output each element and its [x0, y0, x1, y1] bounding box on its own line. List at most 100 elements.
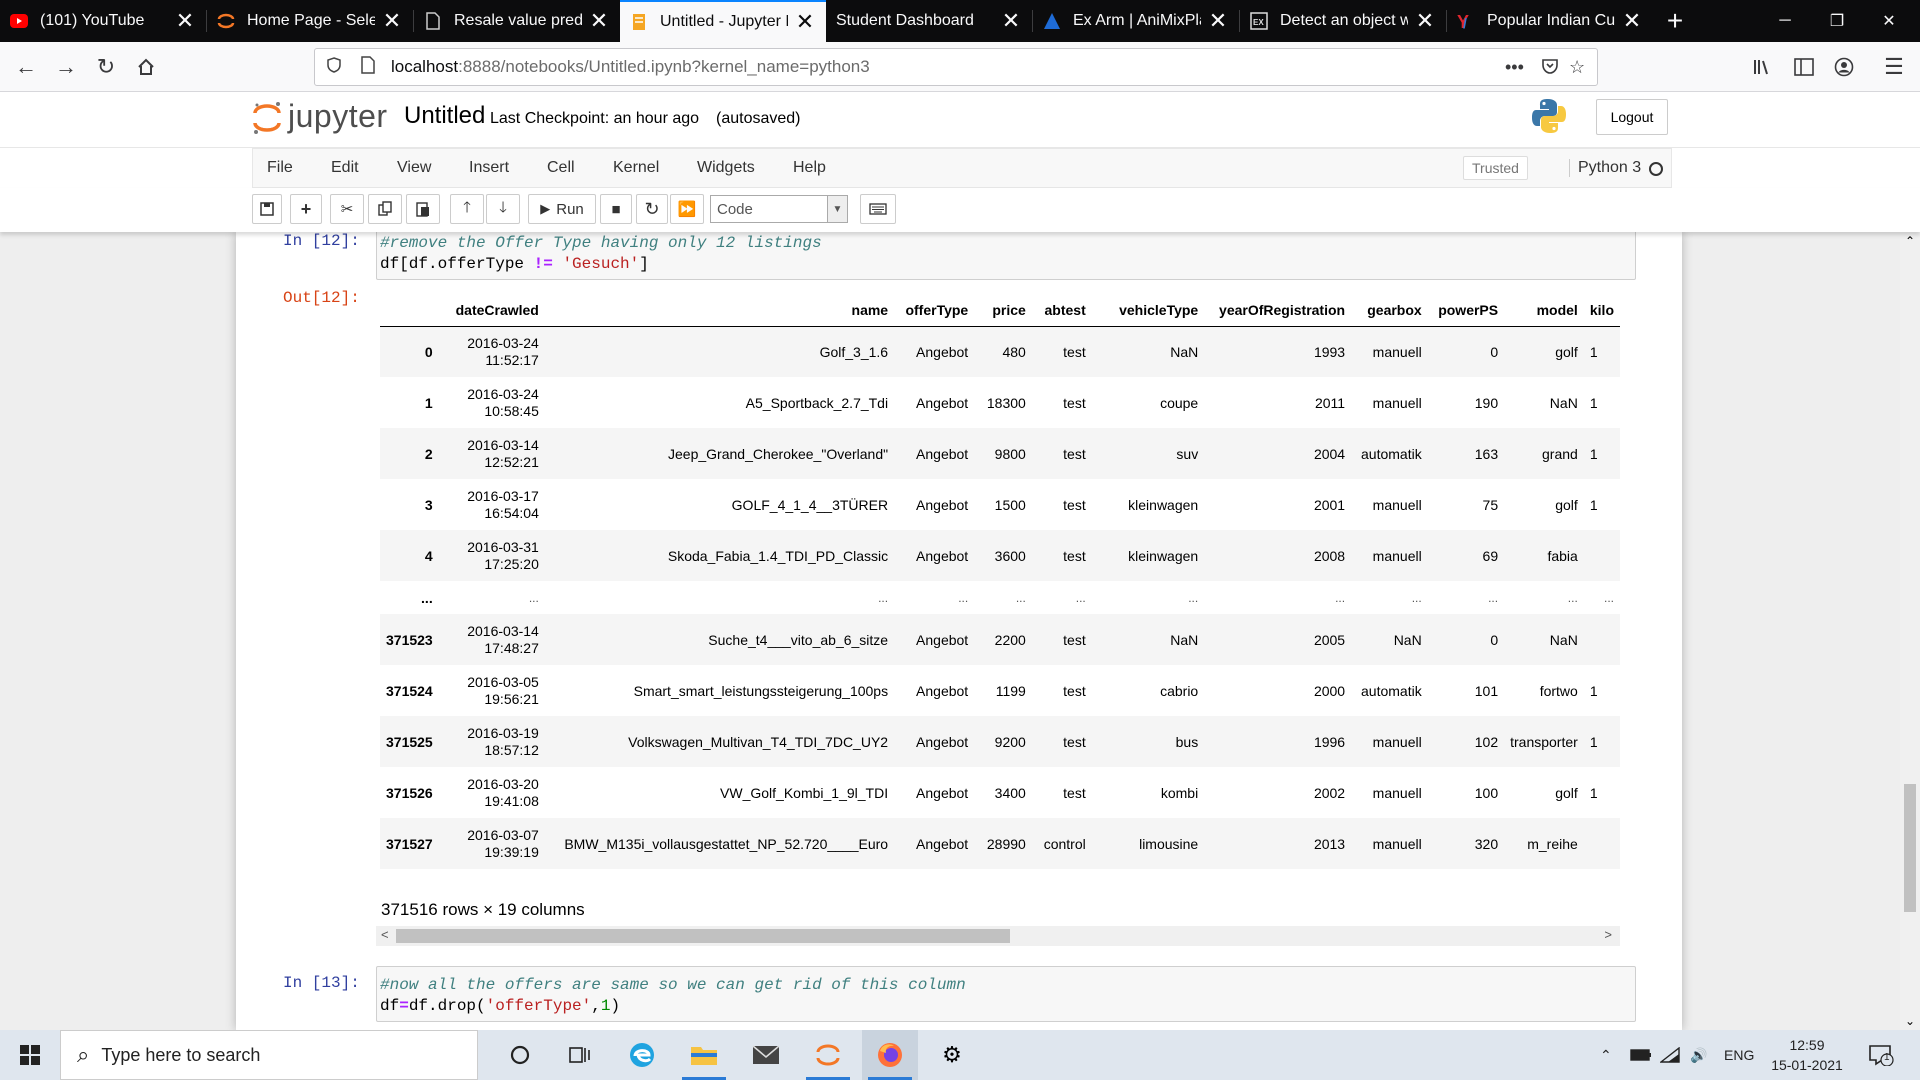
close-icon[interactable]: ✕ [794, 9, 816, 35]
shield-icon[interactable] [323, 56, 345, 78]
move-down-icon[interactable]: 🡓 [486, 194, 520, 224]
edge-browser-icon[interactable] [614, 1030, 670, 1080]
table-cell: 2016-03-24 10:58:45 [439, 377, 545, 428]
menu-cell[interactable]: Cell [547, 159, 575, 177]
insert-cell-icon[interactable]: + [290, 194, 322, 224]
library-icon[interactable] [1744, 47, 1784, 87]
fast-forward-icon[interactable]: ⏩ [670, 194, 704, 224]
tab-resale-value[interactable]: Resale value predic ✕ [414, 0, 620, 42]
notification-icon[interactable]: 1 [1868, 1030, 1894, 1080]
table-cell: 1 [1589, 682, 1598, 699]
menu-insert[interactable]: Insert [469, 159, 509, 177]
cell-type-select[interactable]: Code ▼ [710, 195, 848, 223]
scroll-left-icon[interactable]: < [381, 927, 389, 942]
menu-help[interactable]: Help [793, 159, 826, 177]
tab-home-page[interactable]: Home Page - Select ✕ [207, 0, 413, 42]
battery-icon[interactable] [1630, 1030, 1652, 1080]
cut-icon[interactable]: ✂ [330, 194, 364, 224]
settings-gear-icon[interactable]: ⚙ [924, 1030, 980, 1080]
forward-arrow-icon[interactable]: → [46, 47, 86, 87]
task-view-icon[interactable] [552, 1030, 608, 1080]
jupyter-app-icon[interactable] [800, 1030, 856, 1080]
paste-icon[interactable] [406, 194, 440, 224]
move-up-icon[interactable]: 🡑 [450, 194, 484, 224]
reload-icon[interactable]: ↻ [86, 47, 126, 87]
windows-start-icon[interactable] [0, 1030, 60, 1080]
menu-kernel[interactable]: Kernel [613, 159, 659, 177]
table-cell: 2004 [1313, 445, 1346, 462]
notebook-name[interactable]: Untitled [404, 102, 485, 130]
home-icon[interactable] [126, 47, 166, 87]
copy-icon[interactable] [368, 194, 402, 224]
close-icon[interactable]: ✕ [1207, 8, 1229, 34]
table-cell: GOLF_4_1_4__3TÜRER [731, 496, 889, 513]
scroll-right-icon[interactable]: > [1604, 927, 1612, 942]
date-part: 2016-03-14 [467, 622, 539, 639]
mail-icon[interactable] [738, 1030, 794, 1080]
more-actions-icon[interactable]: ••• [1505, 57, 1524, 78]
table-cell: coupe [1160, 394, 1199, 411]
tab-untitled-jupyter[interactable]: Untitled - Jupyter N ✕ [620, 0, 826, 42]
horizontal-scrollbar[interactable]: < > [376, 926, 1620, 946]
code-cell-input[interactable]: #remove the Offer Type having only 12 li… [376, 232, 1636, 280]
dataframe-shape: 371516 rows × 19 columns [381, 900, 585, 919]
scrollbar-thumb[interactable] [1904, 784, 1916, 912]
volume-icon[interactable]: 🔊 [1690, 1030, 1707, 1080]
column-header: gearbox [1351, 294, 1428, 327]
scroll-up-icon[interactable]: ⌃ [1905, 234, 1915, 248]
tab-animixplay[interactable]: Ex Arm | AniMixPlay ✕ [1033, 0, 1239, 42]
table-cell: Smart_smart_leistungssteigerung_100ps [633, 682, 889, 699]
menu-widgets[interactable]: Widgets [697, 159, 755, 177]
close-icon[interactable]: ✕ [588, 8, 610, 34]
table-cell: 2016-03-31 17:25:20 [439, 530, 545, 581]
bookmark-star-icon[interactable]: ☆ [1569, 57, 1585, 78]
menu-view[interactable]: View [397, 159, 431, 177]
code-cell-input[interactable]: #now all the offers are same so we can g… [376, 966, 1636, 1022]
tab-detect-object[interactable]: EX Detect an object wi ✕ [1240, 0, 1446, 42]
logout-button[interactable]: Logout [1596, 99, 1668, 135]
url-text[interactable]: localhost:8888/notebooks/Untitled.ipynb?… [391, 57, 870, 77]
table-cell: 75 [1482, 496, 1499, 513]
notebook-area[interactable]: In [12]: #remove the Offer Type having o… [0, 232, 1900, 1030]
url-bar[interactable]: localhost:8888/notebooks/Untitled.ipynb?… [314, 48, 1598, 86]
jupyter-logo[interactable]: jupyter [252, 98, 388, 135]
stop-icon[interactable]: ■ [600, 194, 632, 224]
vertical-scrollbar[interactable]: ⌃ ⌄ [1900, 232, 1920, 1030]
scroll-down-icon[interactable]: ⌄ [1905, 1014, 1915, 1028]
close-icon[interactable]: ✕ [1000, 8, 1022, 34]
account-icon[interactable] [1824, 47, 1864, 87]
menu-edit[interactable]: Edit [331, 159, 359, 177]
close-icon[interactable]: ✕ [381, 8, 403, 34]
taskbar-search[interactable]: ⌕ Type here to search [60, 1030, 478, 1080]
time-part: 10:58:45 [484, 402, 539, 419]
back-arrow-icon[interactable]: ← [6, 47, 46, 87]
language-indicator[interactable]: ENG [1724, 1030, 1754, 1080]
show-hidden-icons[interactable]: ⌃ [1600, 1030, 1612, 1080]
close-icon[interactable]: ✕ [1414, 8, 1436, 34]
new-tab-button[interactable]: + [1653, 0, 1697, 42]
tab-youtube[interactable]: (101) YouTube ✕ [0, 0, 206, 42]
firefox-icon[interactable] [862, 1030, 918, 1080]
sidebar-icon[interactable] [1784, 47, 1824, 87]
tab-student-dashboard[interactable]: Student Dashboard ✕ [826, 0, 1032, 42]
file-explorer-icon[interactable] [676, 1030, 732, 1080]
keyboard-icon[interactable] [860, 194, 896, 224]
search-placeholder: Type here to search [101, 1044, 261, 1065]
close-icon[interactable]: ✕ [1621, 8, 1643, 34]
save-icon[interactable] [252, 194, 282, 224]
run-button[interactable]: ▶ Run [528, 194, 596, 224]
pocket-icon[interactable] [1541, 57, 1559, 80]
scrollbar-thumb[interactable] [396, 929, 1010, 943]
menu-file[interactable]: File [267, 159, 293, 177]
wifi-icon[interactable] [1660, 1030, 1680, 1080]
close-icon[interactable]: ✕ [174, 8, 196, 34]
restart-icon[interactable]: ↻ [636, 194, 668, 224]
trusted-indicator[interactable]: Trusted [1463, 156, 1528, 180]
kernel-name[interactable]: Python 3 [1569, 159, 1641, 177]
menu-hamburger-icon[interactable]: ☰ [1874, 47, 1914, 87]
tab-popular-indian[interactable]: Y / Popular Indian Cute ✕ [1447, 0, 1653, 42]
page-icon[interactable] [357, 55, 379, 79]
close-window-button[interactable]: ✕ [1858, 0, 1920, 42]
taskbar-clock[interactable]: 12:59 15-01-2021 [1762, 1035, 1852, 1075]
cortana-icon[interactable] [492, 1030, 548, 1080]
